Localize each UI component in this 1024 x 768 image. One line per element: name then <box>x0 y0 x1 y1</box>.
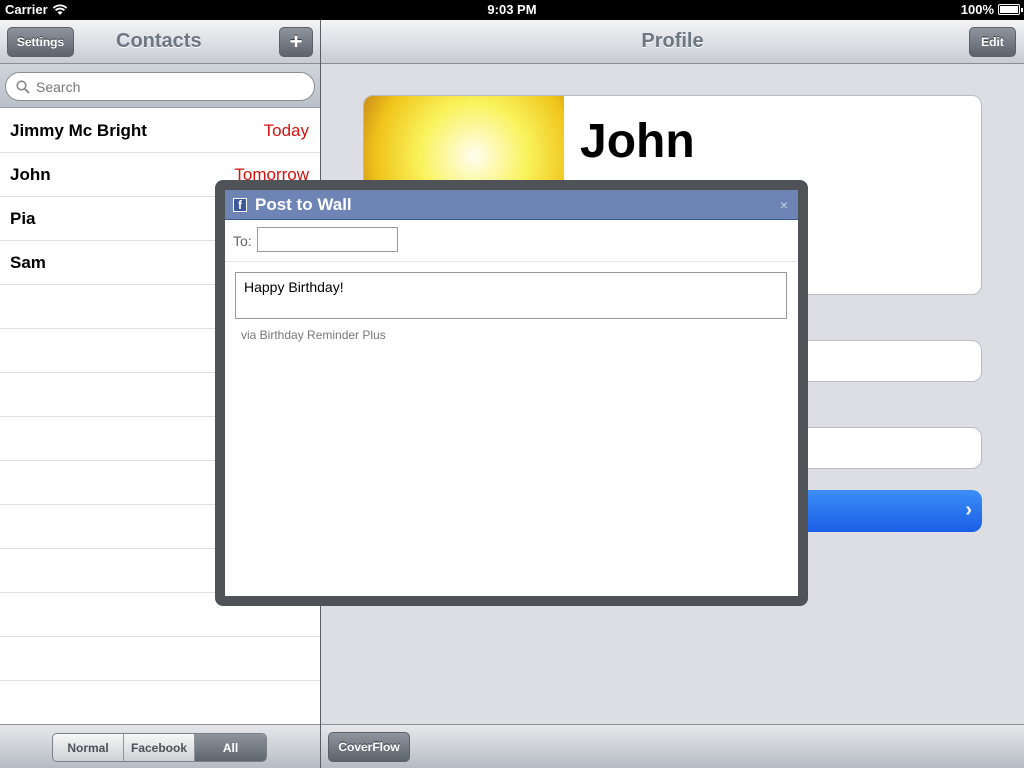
message-textarea[interactable]: Happy Birthday! <box>235 272 787 319</box>
empty-row <box>0 637 320 681</box>
post-to-wall-dialog: f Post to Wall × To: Happy Birthday! via… <box>225 190 798 596</box>
contacts-toolbar: Normal Facebook All <box>0 724 320 768</box>
profile-navbar: Profile Edit <box>321 20 1024 64</box>
contact-row[interactable]: Jimmy Mc Bright Today <box>0 109 320 153</box>
dialog-title: Post to Wall <box>255 195 352 214</box>
close-icon[interactable]: × <box>780 197 788 213</box>
contact-name: Sam <box>10 253 46 272</box>
status-time: 9:03 PM <box>487 2 537 17</box>
battery-percent: 100% <box>960 2 994 17</box>
contacts-navbar: Settings Contacts + <box>0 20 320 64</box>
edit-button[interactable]: Edit <box>969 27 1016 57</box>
to-label: To: <box>233 233 252 249</box>
contact-day: Today <box>263 121 309 140</box>
battery-group: 100% <box>960 2 1023 17</box>
post-dialog-frame: f Post to Wall × To: Happy Birthday! via… <box>215 180 808 606</box>
chevron-right-icon: › <box>965 499 972 521</box>
filter-facebook[interactable]: Facebook <box>124 734 195 761</box>
contacts-title: Contacts <box>116 30 202 52</box>
contact-name: Pia <box>10 209 36 228</box>
settings-button[interactable]: Settings <box>7 27 74 57</box>
battery-icon <box>998 4 1023 15</box>
filter-all[interactable]: All <box>195 734 266 761</box>
search-input[interactable] <box>36 78 296 95</box>
profile-title: Profile <box>641 30 704 52</box>
add-contact-button[interactable]: + <box>279 27 313 57</box>
contact-name: John <box>10 165 51 184</box>
filter-segmented-control: Normal Facebook All <box>52 733 267 762</box>
facebook-icon: f <box>233 198 247 212</box>
via-attribution: via Birthday Reminder Plus <box>241 328 386 342</box>
coverflow-button[interactable]: CoverFlow <box>328 732 410 762</box>
search-bar <box>0 64 320 108</box>
search-field[interactable] <box>5 72 315 101</box>
filter-normal[interactable]: Normal <box>53 734 124 761</box>
search-icon <box>16 79 30 94</box>
contact-name: Jimmy Mc Bright <box>10 121 147 140</box>
to-input[interactable] <box>257 227 398 252</box>
plus-icon: + <box>289 29 303 54</box>
profile-name: John <box>580 115 695 168</box>
status-bar: Carrier 9:03 PM 100% <box>0 0 1024 20</box>
dialog-header: f Post to Wall × <box>225 190 798 220</box>
to-row: To: <box>225 220 798 262</box>
empty-row <box>0 681 320 725</box>
profile-toolbar: CoverFlow <box>321 724 1024 768</box>
